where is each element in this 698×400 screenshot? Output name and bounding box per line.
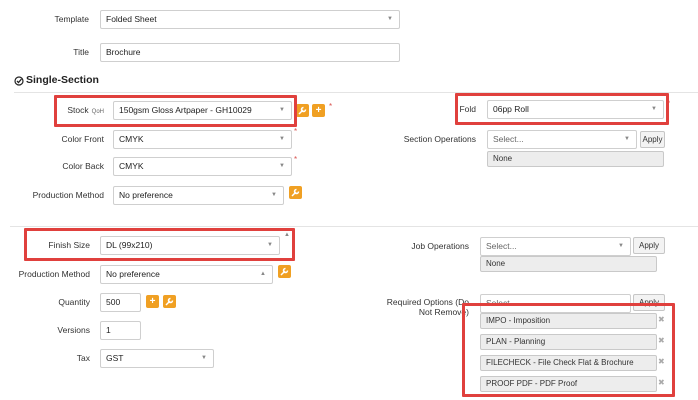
chevron-down-icon: ▼ [624,136,630,142]
stock-wrench-button[interactable] [296,104,309,117]
check-circle-icon [14,76,24,88]
quantity-add-button[interactable]: + [146,295,159,308]
chevron-down-icon: ▼ [279,136,285,142]
quantity-label: Quantity [58,297,90,307]
fold-required-mark: * [667,99,671,108]
job-operations-none: None [480,256,657,272]
required-options-select[interactable]: Select... [480,294,631,313]
chevron-down-icon: ▼ [279,163,285,169]
production-method-1-select[interactable]: No preference ▼ [113,186,284,205]
quantity-wrench-button[interactable] [163,295,176,308]
quantity-input[interactable]: 500 [100,293,141,312]
stock-select[interactable]: 150gsm Gloss Artpaper - GH10029 ▼ [113,101,292,120]
remove-icon[interactable]: ✖ [658,336,665,345]
chevron-down-icon: ▼ [271,192,277,198]
color-front-select[interactable]: CMYK ▼ [113,130,292,149]
fold-value: 06pp Roll [493,104,529,114]
stock-qoh: QoH [91,109,104,115]
required-option-tag: IMPO - Imposition [480,313,657,329]
production-method-1-label: Production Method [32,190,104,200]
section-divider [14,92,698,93]
required-options-placeholder: Select... [486,298,517,308]
color-front-label: Color Front [61,134,104,144]
production-method-2-label: Production Method [18,269,90,279]
section-operations-select[interactable]: Select... ▼ [487,130,637,149]
finish-size-label: Finish Size [48,240,90,250]
stock-add-button[interactable]: + [312,104,325,117]
chevron-down-icon: ▼ [201,355,207,361]
tax-label: Tax [76,353,90,363]
remove-icon[interactable]: ✖ [658,357,665,366]
color-back-label: Color Back [62,161,104,171]
required-options-label: Required Options (Do Not Remove) [386,297,469,317]
fold-select[interactable]: 06pp Roll ▼ [487,100,664,119]
fold-label: Fold [459,104,476,114]
wrench-icon [291,188,300,197]
plus-icon: + [315,105,322,116]
plus-icon: + [149,296,156,307]
title-label: Title [73,47,89,57]
production-method-1-wrench-button[interactable] [289,186,302,199]
finish-size-value: DL (99x210) [106,240,153,250]
chevron-down-icon: ▼ [618,243,624,249]
title-value: Brochure [106,47,141,57]
remove-icon[interactable]: ✖ [658,378,665,387]
stock-required-mark: * [329,102,333,111]
finish-size-up-icon: ▲ [284,232,290,238]
color-front-required-mark: * [294,127,298,136]
wrench-icon [298,106,307,115]
finish-size-select[interactable]: DL (99x210) ▼ [100,236,280,255]
color-back-select[interactable]: CMYK ▼ [113,157,292,176]
stock-label: Stock QoH [30,105,104,115]
job-operations-placeholder: Select... [486,241,517,251]
versions-label: Versions [57,325,90,335]
production-method-2-select[interactable]: No preference ▲ [100,265,273,284]
quantity-value: 500 [106,297,121,307]
job-operations-apply-button[interactable]: Apply [633,237,665,254]
remove-icon[interactable]: ✖ [658,315,665,324]
versions-input[interactable]: 1 [100,321,141,340]
section-title: Single-Section [26,74,99,86]
mid-divider [10,226,698,227]
chevron-down-icon: ▼ [267,242,273,248]
required-option-tag: PROOF PDF - PDF Proof [480,376,657,392]
job-operations-label: Job Operations [411,241,469,251]
color-front-value: CMYK [119,134,144,144]
wrench-icon [280,267,289,276]
section-operations-placeholder: Select... [493,134,524,144]
versions-value: 1 [106,325,111,335]
chevron-down-icon: ▼ [279,107,285,113]
template-label: Template [54,14,90,24]
section-operations-none: None [487,151,664,167]
stock-value: 150gsm Gloss Artpaper - GH10029 [119,105,252,115]
chevron-down-icon: ▼ [387,16,393,22]
section-operations-apply-button[interactable]: Apply [640,131,665,148]
template-select[interactable]: Folded Sheet ▼ [100,10,400,29]
title-input[interactable]: Brochure [100,43,400,62]
stock-label-text: Stock [67,105,89,115]
job-operations-select[interactable]: Select... ▼ [480,237,631,256]
tax-select[interactable]: GST ▼ [100,349,214,368]
required-options-apply-button[interactable]: Apply [633,294,665,311]
color-back-value: CMYK [119,161,144,171]
production-method-2-wrench-button[interactable] [278,265,291,278]
required-option-tag: PLAN - Planning [480,334,657,350]
wrench-icon [165,297,174,306]
template-value: Folded Sheet [106,14,157,24]
chevron-down-icon: ▼ [651,106,657,112]
chevron-up-icon: ▲ [260,271,266,277]
production-method-1-value: No preference [119,190,173,200]
required-option-tag: FILECHECK - File Check Flat & Brochure [480,355,657,371]
color-back-required-mark: * [294,155,298,164]
production-method-2-value: No preference [106,269,160,279]
section-operations-label: Section Operations [403,134,476,144]
tax-value: GST [106,353,124,363]
